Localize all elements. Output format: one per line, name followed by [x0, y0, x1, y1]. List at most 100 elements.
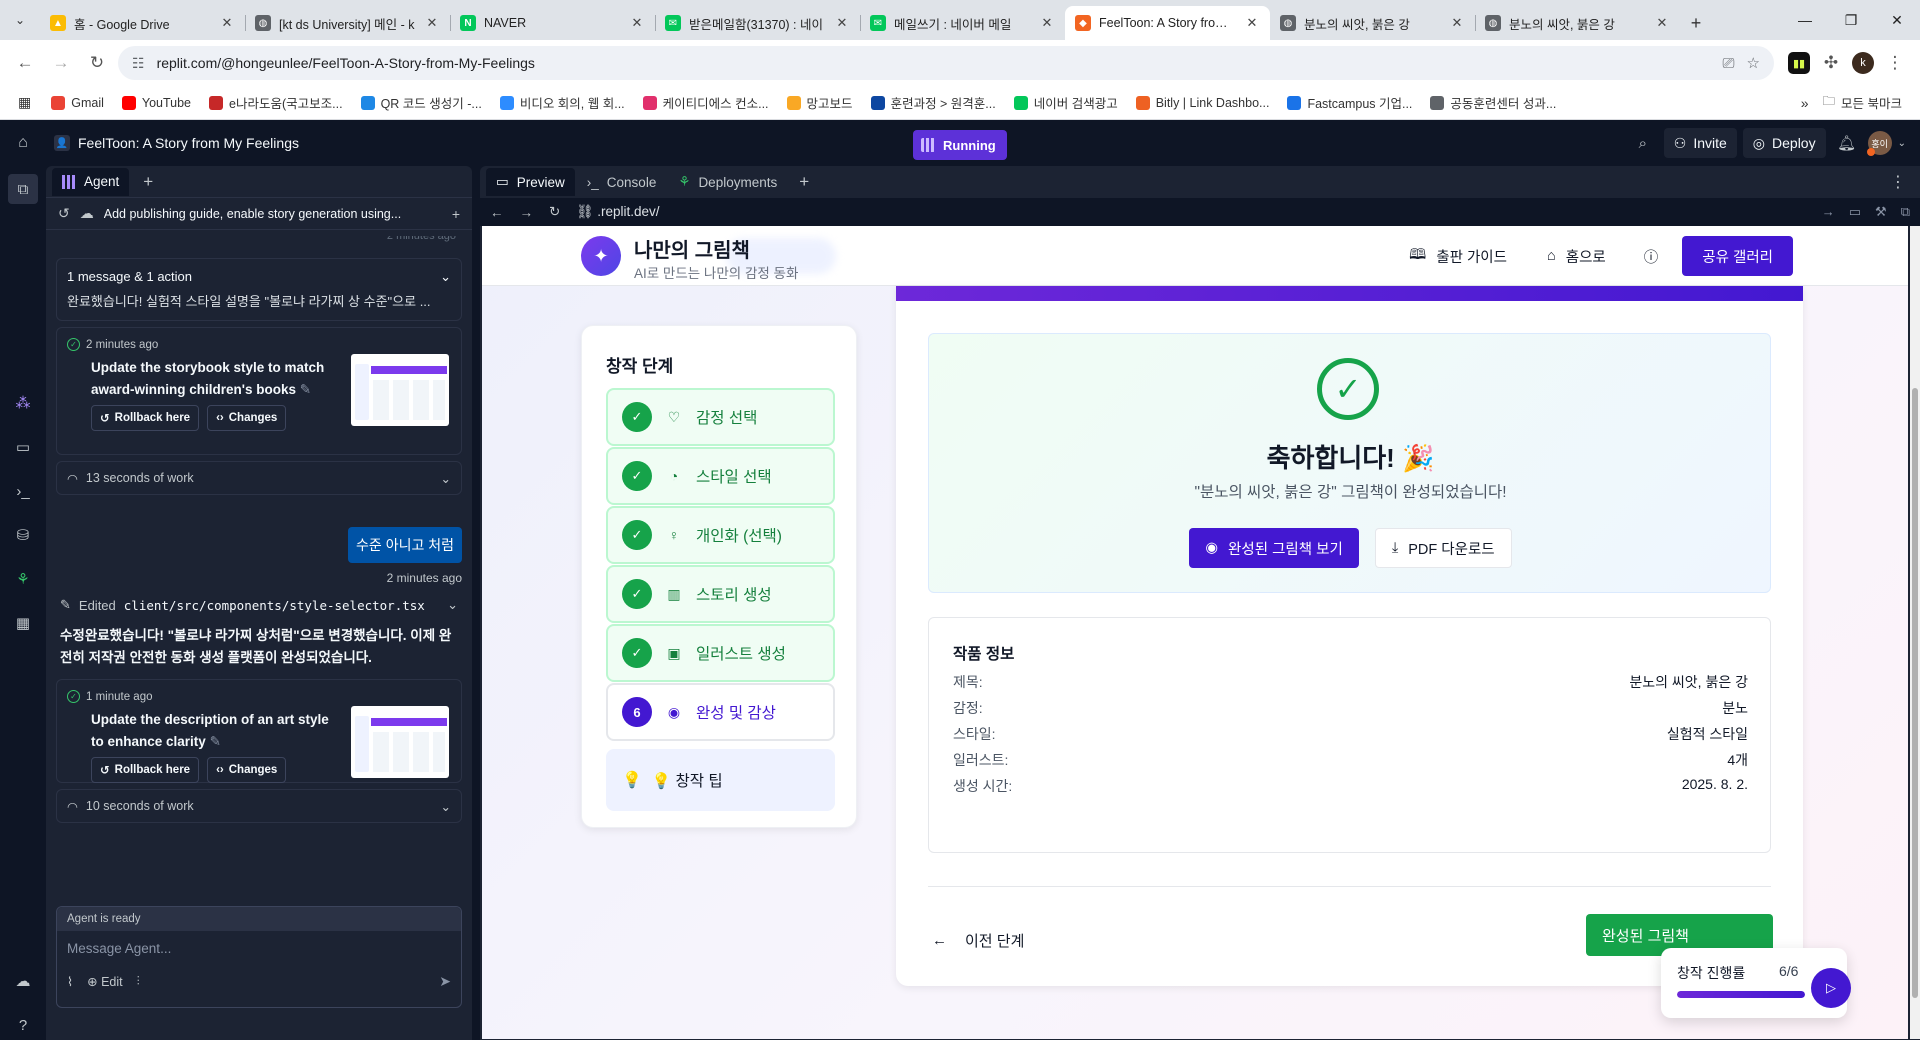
- edit-mode-button[interactable]: ⊕ Edit: [87, 974, 123, 989]
- new-chat-icon[interactable]: +: [452, 206, 460, 222]
- preview-rail-icon[interactable]: ▭: [8, 432, 38, 462]
- site-title[interactable]: 나만의 그림책: [634, 234, 750, 263]
- home-icon[interactable]: ⌂: [0, 120, 46, 166]
- collapsed-summary[interactable]: 1 message & 1 action ⌄ 완료했습니다! 실험적 스타일 설…: [56, 258, 462, 321]
- run-status-button[interactable]: Running: [913, 130, 1007, 160]
- browser-menu-icon[interactable]: ⋮: [1880, 48, 1910, 78]
- share-gallery-button[interactable]: 공유 갤러리: [1682, 236, 1793, 276]
- browser-tab[interactable]: ✉ 메일쓰기 : 네이버 메일 ✕: [860, 6, 1065, 40]
- reload-icon[interactable]: ↻: [82, 48, 112, 78]
- view-book-button[interactable]: ◉ 완성된 그림책 보기: [1189, 528, 1359, 568]
- add-workspace-tab-button[interactable]: +: [789, 172, 819, 192]
- agent-tab[interactable]: Agent: [52, 167, 130, 196]
- bookmark-item[interactable]: YouTube: [114, 89, 199, 116]
- deploy-status-rail-icon[interactable]: ☁: [8, 966, 38, 996]
- invite-button[interactable]: ⚇ Invite: [1663, 128, 1737, 158]
- avatar-chevron-icon[interactable]: ⌄: [1898, 138, 1906, 149]
- address-bar[interactable]: ☷ replit.com/@hongeunlee/FeelToon-A-Stor…: [118, 46, 1774, 80]
- tab-search-icon[interactable]: ⌄: [0, 0, 40, 40]
- tab-console[interactable]: ›_ Console: [577, 168, 667, 196]
- rollback-button[interactable]: ↺ Rollback here: [91, 757, 200, 783]
- device-icon[interactable]: ▭: [1849, 204, 1861, 220]
- agent-rail-icon[interactable]: ⁂: [8, 388, 38, 418]
- creation-tip-button[interactable]: 💡 💡 창작 팁: [606, 749, 835, 811]
- send-icon[interactable]: ➤: [439, 973, 451, 990]
- magic-wand-logo-icon[interactable]: ✦: [581, 236, 621, 276]
- bookmark-item[interactable]: e나라도움(국고보조...: [201, 89, 351, 116]
- work-summary-row[interactable]: ◠ 13 seconds of work ⌄: [56, 461, 462, 495]
- changes-button[interactable]: ‹› Changes: [207, 405, 287, 431]
- changes-button[interactable]: ‹› Changes: [207, 757, 287, 783]
- history-icon[interactable]: ↺: [58, 205, 70, 222]
- checkpoint-screenshot[interactable]: [351, 354, 449, 426]
- bookmark-item[interactable]: QR 코드 생성기 -...: [353, 89, 490, 116]
- close-tab-icon[interactable]: ✕: [1449, 15, 1465, 31]
- chat-title[interactable]: Add publishing guide, enable story gener…: [104, 207, 442, 221]
- user-avatar[interactable]: 홍이: [1866, 131, 1892, 156]
- shell-rail-icon[interactable]: ›_: [8, 476, 38, 506]
- deploy-button[interactable]: ◎ Deploy: [1742, 128, 1826, 158]
- message-agent-input[interactable]: Message Agent...: [57, 931, 461, 973]
- open-new-tab-icon[interactable]: ⧉: [1901, 204, 1910, 220]
- browser-tab[interactable]: ◍ 분노의 씨앗, 붉은 강 ✕: [1270, 6, 1475, 40]
- devtools-icon[interactable]: ⚒: [1875, 204, 1887, 220]
- restore-icon[interactable]: ❐: [1828, 0, 1874, 40]
- step-item[interactable]: ✓ ◔ 스타일 선택: [606, 447, 835, 505]
- help-button[interactable]: ⓘ: [1632, 236, 1671, 276]
- close-tab-icon[interactable]: ✕: [219, 15, 235, 31]
- close-tab-icon[interactable]: ✕: [1039, 15, 1055, 31]
- play-button[interactable]: ▷: [1811, 968, 1851, 1008]
- tab-preview[interactable]: ▭ Preview: [486, 168, 575, 196]
- publishing-guide-link[interactable]: 🕮 출판 가이드: [1395, 236, 1521, 276]
- bookmark-item[interactable]: 망고보드: [779, 89, 861, 116]
- database-rail-icon[interactable]: ⛁: [8, 520, 38, 550]
- pencil-icon[interactable]: ✎: [300, 382, 311, 397]
- close-window-icon[interactable]: ✕: [1874, 0, 1920, 40]
- all-tools-rail-icon[interactable]: ▦: [8, 608, 38, 638]
- search-icon[interactable]: ⌕: [1628, 128, 1658, 158]
- step-item[interactable]: ✓ ♡ 감정 선택: [606, 388, 835, 446]
- attach-icon[interactable]: ⌇: [67, 974, 73, 989]
- rollback-button[interactable]: ↺ Rollback here: [91, 405, 200, 431]
- help-rail-icon[interactable]: ?: [8, 1010, 38, 1040]
- browser-tab[interactable]: ◍ [kt ds University] 메인 - k ✕: [245, 6, 450, 40]
- apps-grid-icon[interactable]: ▦: [10, 90, 39, 115]
- browser-tab[interactable]: ◆ FeelToon: A Story from M ✕: [1065, 6, 1270, 40]
- preview-back-icon[interactable]: ←: [490, 205, 504, 220]
- files-panel-icon[interactable]: ⧉: [8, 174, 38, 204]
- previous-step-button[interactable]: ← 이전 단계: [932, 924, 1024, 957]
- forward-icon[interactable]: →: [46, 48, 76, 78]
- repl-title[interactable]: 👤 FeelToon: A Story from My Feelings: [46, 135, 299, 151]
- workspace-menu-icon[interactable]: ⋮: [1890, 172, 1914, 192]
- bookmark-item[interactable]: Gmail: [43, 89, 112, 116]
- minimize-icon[interactable]: —: [1782, 0, 1828, 40]
- bookmark-item[interactable]: Fastcampus 기업...: [1279, 89, 1420, 116]
- profile-avatar[interactable]: k: [1852, 52, 1874, 74]
- scrollbar-thumb[interactable]: [1912, 388, 1918, 998]
- browser-tab[interactable]: N NAVER ✕: [450, 6, 655, 40]
- site-info-icon[interactable]: ☷: [132, 55, 145, 72]
- bookmark-star-icon[interactable]: ☆: [1747, 54, 1760, 72]
- preview-scrollbar[interactable]: [1910, 226, 1920, 1039]
- step-item[interactable]: ✓ ▥ 스토리 생성: [606, 565, 835, 623]
- deployments-rail-icon[interactable]: ⚘: [8, 564, 38, 594]
- pencil-icon[interactable]: ✎: [210, 734, 221, 749]
- checkpoint-screenshot[interactable]: [351, 706, 449, 778]
- preview-go-icon[interactable]: →: [1822, 204, 1835, 220]
- preview-forward-icon[interactable]: →: [520, 205, 534, 220]
- back-icon[interactable]: ←: [10, 48, 40, 78]
- bookmark-item[interactable]: 케이티디에스 컨소...: [635, 89, 777, 116]
- preview-url[interactable]: ⛓ .replit.dev/: [576, 204, 1805, 220]
- bookmark-item[interactable]: 네이버 검색광고: [1006, 89, 1126, 116]
- bookmark-item[interactable]: 훈련과정 > 원격훈...: [863, 89, 1004, 116]
- address-url[interactable]: replit.com/@hongeunlee/FeelToon-A-Story-…: [157, 55, 1711, 71]
- close-tab-icon[interactable]: ✕: [424, 15, 440, 31]
- browser-tab[interactable]: ◍ 분노의 씨앗, 붉은 강 ✕: [1475, 6, 1680, 40]
- close-tab-icon[interactable]: ✕: [834, 15, 850, 31]
- extensions-puzzle-icon[interactable]: ✣: [1816, 48, 1846, 78]
- bookmark-item[interactable]: 비디오 회의, 웹 회...: [492, 89, 633, 116]
- extension-icon[interactable]: ▮▮: [1788, 52, 1810, 74]
- browser-tab[interactable]: ✉ 받은메일함(31370) : 네이 ✕: [655, 6, 860, 40]
- step-item[interactable]: ✓ ♀ 개인화 (선택): [606, 506, 835, 564]
- add-tab-button[interactable]: +: [133, 172, 163, 192]
